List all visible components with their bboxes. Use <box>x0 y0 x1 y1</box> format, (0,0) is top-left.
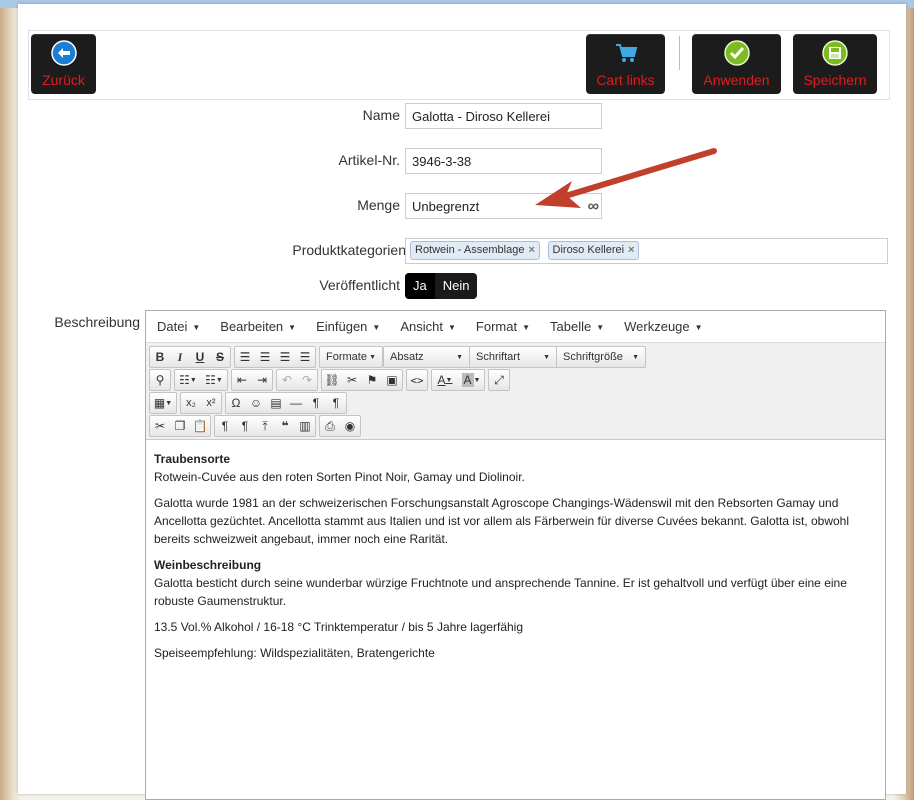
menu-ansicht[interactable]: Ansicht ▼ <box>392 319 464 334</box>
bold-icon[interactable]: B <box>150 347 170 367</box>
rtl-icon[interactable]: ¶ <box>326 393 346 413</box>
copy-icon[interactable]: ❐ <box>170 416 190 436</box>
fullscreen-icon[interactable]: ⤢ <box>489 370 509 390</box>
sku-label: Artikel-Nr. <box>338 152 400 168</box>
align-center-icon[interactable]: ☰ <box>255 347 275 367</box>
table-icon[interactable]: ▦ ▼ <box>150 393 176 413</box>
insert-icon[interactable]: ⤒ <box>255 416 275 436</box>
visual-chars-icon[interactable]: ¶ <box>215 416 235 436</box>
menu-format[interactable]: Format ▼ <box>468 319 538 334</box>
back-icon <box>50 40 77 66</box>
content-paragraph: Rotwein-Cuvée aus den roten Sorten Pinot… <box>154 470 525 484</box>
content-heading: Traubensorte <box>154 452 231 466</box>
strikethrough-icon[interactable]: S <box>210 347 230 367</box>
remove-tag-icon[interactable]: × <box>528 244 534 256</box>
quantity-value: Unbegrenzt <box>412 199 480 214</box>
text-color-icon[interactable]: A ▼ <box>432 370 458 390</box>
cut-icon[interactable]: ✂ <box>150 416 170 436</box>
font-size-dropdown[interactable]: Schriftgröße ▼ <box>557 347 645 367</box>
bullet-list-icon[interactable]: ☷ ▼ <box>175 370 201 390</box>
content-heading: Weinbeschreibung <box>154 558 262 572</box>
editor-toolbar: B I U S ☰ ☰ ☰ ☰ Formate ▼ Absatz ▼ Schrift… <box>146 343 885 440</box>
paragraph-dropdown[interactable]: Absatz ▼ <box>384 347 470 367</box>
remove-tag-icon[interactable]: × <box>628 244 634 256</box>
sku-input[interactable]: 3946-3-38 <box>405 148 602 174</box>
emoticon-icon[interactable]: ☺ <box>246 393 266 413</box>
name-input[interactable]: Galotta - Diroso Kellerei <box>405 103 602 129</box>
apply-label: Anwenden <box>703 72 770 88</box>
formats-dropdown[interactable]: Formate ▼ <box>320 347 382 367</box>
editor-content[interactable]: Traubensorte Rotwein-Cuvée aus den roten… <box>146 440 885 680</box>
undo-icon[interactable]: ↶ <box>277 370 297 390</box>
checkmark-icon <box>723 40 750 66</box>
background-color-icon[interactable]: A ▼ <box>458 370 484 390</box>
preview-icon[interactable]: ◉ <box>340 416 360 436</box>
save-disk-icon <box>822 40 848 66</box>
category-tag-label: Diroso Kellerei <box>552 244 625 256</box>
link-icon[interactable]: ⛓ <box>322 370 342 390</box>
content-paragraph: Galotta wurde 1981 an der schweizerische… <box>154 496 850 546</box>
indent-icon[interactable]: ⇥ <box>252 370 272 390</box>
quantity-input[interactable]: Unbegrenzt ∞ <box>405 193 602 219</box>
cart-links-label: Cart links <box>596 72 655 88</box>
content-paragraph: 13.5 Vol.% Alkohol / 16-18 °C Trinktempe… <box>154 620 523 634</box>
menu-tabelle[interactable]: Tabelle ▼ <box>542 319 612 334</box>
menu-datei[interactable]: Datei ▼ <box>149 319 208 334</box>
redo-icon[interactable]: ↷ <box>297 370 317 390</box>
media-icon[interactable]: ▤ <box>266 393 286 413</box>
published-toggle: Ja Nein <box>405 273 478 299</box>
category-tag: Rotwein - Assemblage × <box>410 241 540 260</box>
category-select[interactable]: Rotwein - Assemblage × Diroso Kellerei × <box>405 238 888 264</box>
blockquote-icon[interactable]: ❝ <box>275 416 295 436</box>
superscript-icon[interactable]: x² <box>201 393 221 413</box>
anchor-icon[interactable]: ⚑ <box>362 370 382 390</box>
save-button[interactable]: Speichern <box>793 34 877 94</box>
published-label: Veröffentlicht <box>319 277 400 293</box>
infinity-icon: ∞ <box>587 198 599 215</box>
align-right-icon[interactable]: ☰ <box>275 347 295 367</box>
numbered-list-icon[interactable]: ☷ ▼ <box>201 370 227 390</box>
template-icon[interactable]: ▥ <box>295 416 315 436</box>
cart-icon <box>615 44 637 62</box>
content-paragraph: Galotta besticht durch seine wunderbar w… <box>154 576 847 608</box>
print-icon[interactable]: ⎙ <box>320 416 340 436</box>
published-no-option[interactable]: Nein <box>435 273 478 299</box>
align-justify-icon[interactable]: ☰ <box>295 347 315 367</box>
toolbar-separator <box>679 36 680 70</box>
editor-menubar: Datei ▼ Bearbeiten ▼ Einfügen ▼ Ansicht ▼ Fo… <box>146 311 885 343</box>
action-bar: Zurück Cart links Anwenden Speichern <box>28 30 890 100</box>
font-family-dropdown[interactable]: Schriftart ▼ <box>470 347 557 367</box>
back-button[interactable]: Zurück <box>31 34 96 94</box>
paste-icon[interactable]: 📋 <box>190 416 210 436</box>
subscript-icon[interactable]: x₂ <box>181 393 201 413</box>
content-paragraph: Speiseempfehlung: Wildspezialitäten, Bra… <box>154 646 435 660</box>
align-left-icon[interactable]: ☰ <box>235 347 255 367</box>
category-tag-label: Rotwein - Assemblage <box>415 244 525 256</box>
rich-text-editor: Datei ▼ Bearbeiten ▼ Einfügen ▼ Ansicht ▼ Fo… <box>145 310 886 800</box>
menu-bearbeiten[interactable]: Bearbeiten ▼ <box>212 319 304 334</box>
unlink-icon[interactable]: ✂ <box>342 370 362 390</box>
special-character-icon[interactable]: Ω <box>226 393 246 413</box>
cart-links-button[interactable]: Cart links <box>586 34 665 94</box>
menu-werkzeuge[interactable]: Werkzeuge ▼ <box>616 319 710 334</box>
source-code-icon[interactable]: <> <box>407 370 427 390</box>
apply-button[interactable]: Anwenden <box>692 34 781 94</box>
horizontal-rule-icon[interactable]: — <box>286 393 306 413</box>
description-label: Beschreibung <box>54 314 140 330</box>
back-label: Zurück <box>42 72 85 88</box>
save-label: Speichern <box>803 72 867 88</box>
ltr-icon[interactable]: ¶ <box>306 393 326 413</box>
find-icon[interactable]: ⚲ <box>150 370 170 390</box>
category-tag: Diroso Kellerei × <box>547 241 640 260</box>
name-label: Name <box>362 107 400 123</box>
outdent-icon[interactable]: ⇤ <box>232 370 252 390</box>
menu-einfuegen[interactable]: Einfügen ▼ <box>308 319 388 334</box>
image-icon[interactable]: ▣ <box>382 370 402 390</box>
category-label: Produktkategorien <box>292 242 406 258</box>
italic-icon[interactable]: I <box>170 347 190 367</box>
published-yes-option[interactable]: Ja <box>405 273 435 299</box>
quantity-label: Menge <box>357 197 400 213</box>
nonbreaking-icon[interactable]: ¶ <box>235 416 255 436</box>
underline-icon[interactable]: U <box>190 347 210 367</box>
